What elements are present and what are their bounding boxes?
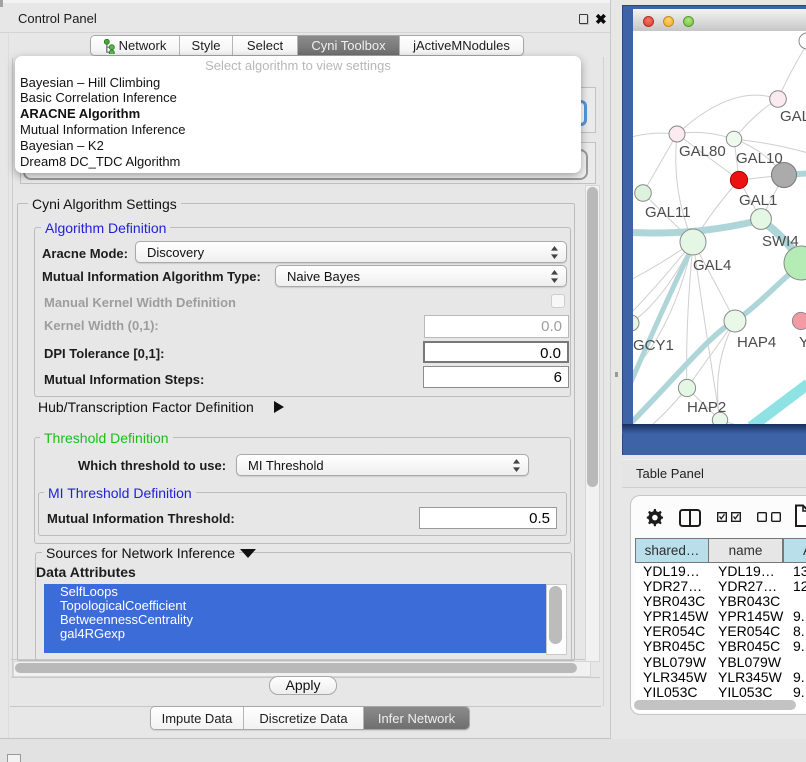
svg-text:GCY1: GCY1 [633,337,674,354]
svg-text:GAL1: GAL1 [739,192,777,209]
svg-text:GAL11: GAL11 [645,204,691,221]
svg-text:GAL80: GAL80 [679,143,726,160]
svg-text:GAL2: GAL2 [780,108,806,125]
svg-text:HAP4: HAP4 [737,334,776,351]
svg-text:GAL4: GAL4 [693,257,731,274]
svg-text:SWI4: SWI4 [762,233,799,250]
svg-text:Y: Y [799,334,806,351]
svg-text:GAL10: GAL10 [736,150,783,167]
svg-text:HAP2: HAP2 [687,399,726,416]
